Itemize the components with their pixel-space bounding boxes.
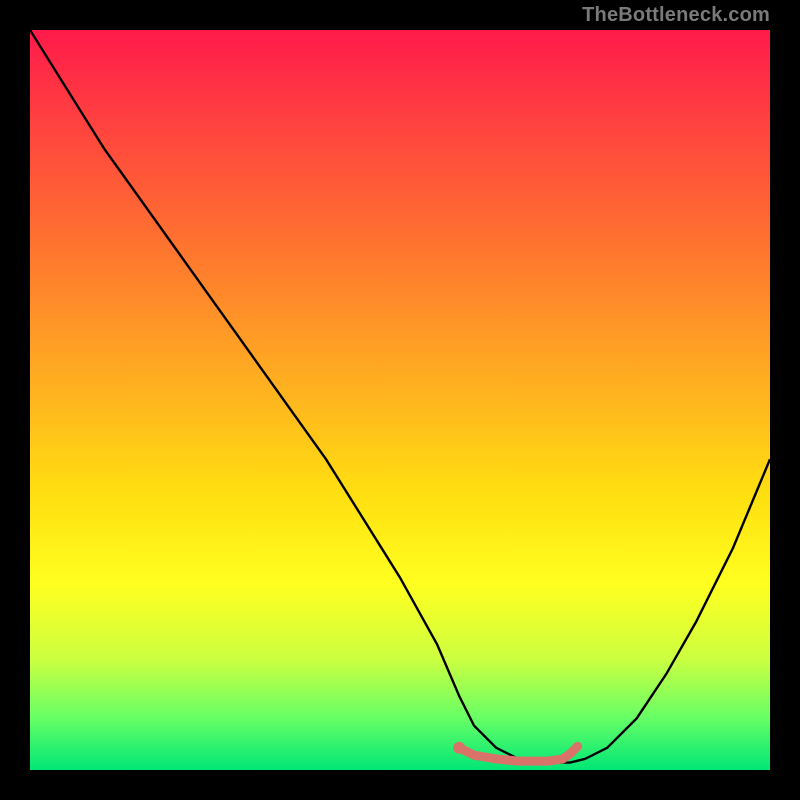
highlight-start-dot <box>453 742 465 754</box>
watermark-text: TheBottleneck.com <box>582 4 770 27</box>
bottleneck-curve <box>30 30 770 763</box>
highlight-segment <box>459 746 577 761</box>
chart-plot <box>30 30 770 770</box>
